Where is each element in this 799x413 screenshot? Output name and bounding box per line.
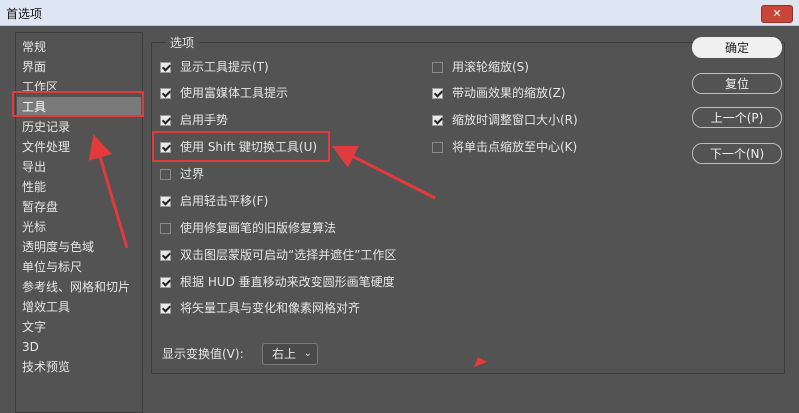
option-label: 根据 HUD 垂直移动来改变圆形画笔硬度: [180, 275, 395, 289]
category-list[interactable]: 常规 界面 工作区 工具 历史记录 文件处理 导出 性能 暂存盘 光标 透明度与…: [15, 32, 143, 413]
option-hud-hardness[interactable]: 根据 HUD 垂直移动来改变圆形画笔硬度: [160, 273, 395, 291]
sidebar-item-type[interactable]: 文字: [17, 317, 141, 337]
option-label: 启用手势: [180, 113, 229, 127]
options-group-label: 选项: [166, 34, 199, 51]
option-label: 将单击点缩放至中心(K): [452, 140, 578, 154]
sidebar-item-plugins[interactable]: 增效工具: [17, 297, 141, 317]
checkbox[interactable]: [160, 195, 171, 207]
option-label: 用滚轮缩放(S): [452, 60, 529, 74]
close-button[interactable]: ✕: [761, 5, 793, 23]
option-zoom-scroll-wheel[interactable]: 用滚轮缩放(S): [432, 58, 529, 76]
prev-button[interactable]: 上一个(P): [692, 107, 782, 128]
option-label: 双击图层蒙版可启动“选择并遮住”工作区: [180, 248, 397, 262]
checkbox[interactable]: [160, 249, 171, 261]
sidebar-item-export[interactable]: 导出: [17, 157, 141, 177]
option-show-tooltips[interactable]: 显示工具提示(T): [160, 58, 269, 76]
option-label: 缩放时调整窗口大小(R): [452, 113, 578, 127]
option-zoom-clicked-point[interactable]: 将单击点缩放至中心(K): [432, 138, 577, 156]
checkbox[interactable]: [432, 61, 443, 73]
sidebar-item-performance[interactable]: 性能: [17, 177, 141, 197]
option-animated-zoom[interactable]: 带动画效果的缩放(Z): [432, 84, 566, 102]
sidebar-item-transparency[interactable]: 透明度与色域: [17, 237, 141, 257]
chevron-down-icon: ⌄: [303, 348, 312, 359]
option-label: 使用富媒体工具提示: [180, 86, 289, 100]
checkbox[interactable]: [160, 276, 171, 288]
sidebar-item-general[interactable]: 常规: [17, 37, 141, 57]
transform-values-label: 显示变换值(V):: [162, 347, 244, 361]
ok-button[interactable]: 确定: [692, 37, 782, 58]
sidebar-item-file-handling[interactable]: 文件处理: [17, 137, 141, 157]
checkbox[interactable]: [432, 141, 443, 153]
reset-button[interactable]: 复位: [692, 73, 782, 94]
option-label: 将矢量工具与变化和像素网格对齐: [180, 301, 361, 315]
option-gestures[interactable]: 启用手势: [160, 111, 228, 129]
option-snap-vector-tools[interactable]: 将矢量工具与变化和像素网格对齐: [160, 299, 360, 317]
highlight-tools-item: [12, 91, 144, 117]
checkbox[interactable]: [432, 87, 443, 99]
close-icon: ✕: [772, 7, 782, 20]
transform-values-value: 右上: [272, 347, 297, 361]
option-overscroll[interactable]: 过界: [160, 165, 204, 183]
checkbox[interactable]: [160, 87, 171, 99]
option-zoom-resize-window[interactable]: 缩放时调整窗口大小(R): [432, 111, 578, 129]
option-legacy-healing[interactable]: 使用修复画笔的旧版修复算法: [160, 219, 336, 237]
option-flick-panning[interactable]: 启用轻击平移(F): [160, 192, 268, 210]
option-label: 带动画效果的缩放(Z): [452, 86, 566, 100]
option-label: 显示工具提示(T): [180, 60, 269, 74]
next-button[interactable]: 下一个(N): [692, 143, 782, 164]
sidebar-item-cursors[interactable]: 光标: [17, 217, 141, 237]
sidebar-item-history[interactable]: 历史记录: [17, 117, 141, 137]
checkbox[interactable]: [160, 302, 171, 314]
checkbox[interactable]: [432, 114, 443, 126]
checkbox[interactable]: [160, 114, 171, 126]
option-label: 过界: [180, 167, 205, 181]
checkbox[interactable]: [160, 168, 171, 180]
window-title: 首选项: [6, 7, 43, 21]
transform-values-select[interactable]: 右上 ⌄: [262, 343, 318, 365]
sidebar-item-interface[interactable]: 界面: [17, 57, 141, 77]
title-bar: 首选项 ✕: [0, 0, 799, 26]
highlight-shift-option: [152, 131, 330, 162]
checkbox[interactable]: [160, 61, 171, 73]
option-label: 使用修复画笔的旧版修复算法: [180, 221, 337, 235]
option-layer-mask-select-mask[interactable]: 双击图层蒙版可启动“选择并遮住”工作区: [160, 246, 396, 264]
sidebar-item-guides[interactable]: 参考线、网格和切片: [17, 277, 141, 297]
option-rich-tooltips[interactable]: 使用富媒体工具提示: [160, 84, 288, 102]
sidebar-item-tech-preview[interactable]: 技术预览: [17, 357, 141, 377]
checkbox[interactable]: [160, 222, 171, 234]
sidebar-item-scratch-disks[interactable]: 暂存盘: [17, 197, 141, 217]
sidebar-item-3d[interactable]: 3D: [17, 337, 141, 357]
option-label: 启用轻击平移(F): [180, 194, 269, 208]
sidebar-item-units[interactable]: 单位与标尺: [17, 257, 141, 277]
